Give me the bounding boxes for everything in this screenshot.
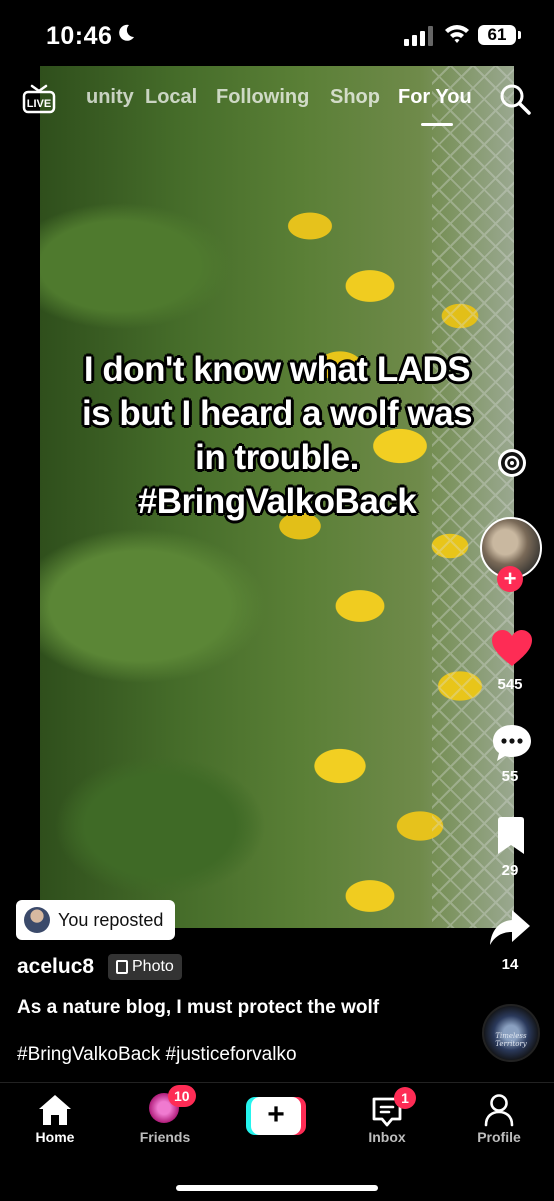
nav-friends-label: Friends: [139, 1129, 191, 1145]
home-icon: [39, 1095, 71, 1125]
follow-plus-button[interactable]: +: [497, 566, 523, 592]
cellular-signal-icon: [404, 26, 433, 46]
friends-badge: 10: [168, 1085, 196, 1107]
nav-profile-label: Profile: [477, 1129, 521, 1145]
caption-line: in trouble.: [195, 438, 359, 477]
music-disc-text: Timeless Territory: [495, 1032, 527, 1048]
comment-icon[interactable]: [490, 722, 534, 764]
caption-line: I don't know what LADS: [83, 350, 471, 389]
status-bar: 10:46 61: [0, 0, 554, 70]
photo-badge-label: Photo: [132, 958, 174, 975]
battery-tip: [518, 31, 521, 39]
comment-count: 55: [501, 768, 519, 785]
inbox-badge: 1: [394, 1087, 416, 1109]
create-button[interactable]: +: [246, 1097, 306, 1135]
you-reposted-badge[interactable]: You reposted: [16, 900, 176, 940]
tab-for-you[interactable]: For You: [398, 86, 472, 109]
tab-following[interactable]: Following: [216, 86, 309, 109]
photo-caption: I don't know what LADS is but I heard a …: [0, 348, 554, 524]
bookmark-icon[interactable]: [495, 816, 527, 856]
home-indicator[interactable]: [176, 1185, 378, 1191]
nav-home-label: Home: [35, 1129, 75, 1145]
post-hashtags[interactable]: #BringValkoBack #justiceforvalko: [17, 1043, 297, 1066]
active-tab-underline: [421, 123, 453, 126]
reposted-label: You reposted: [58, 909, 164, 930]
tab-community[interactable]: unity: [86, 86, 134, 109]
plus-icon: +: [251, 1097, 301, 1135]
search-lens-icon[interactable]: [495, 446, 529, 480]
music-disc[interactable]: Timeless Territory: [482, 1004, 540, 1062]
bottom-nav: Home 10 Friends + 1 Inbox Profile: [0, 1082, 554, 1201]
battery-indicator: 61: [478, 25, 516, 45]
caption-line: #BringValkoBack: [137, 482, 417, 521]
moon-icon: [119, 24, 134, 41]
top-feed-tabs: LIVE unity Local Following Shop For You: [0, 82, 554, 126]
status-time: 10:46: [46, 22, 113, 50]
tab-local[interactable]: Local: [145, 86, 197, 109]
live-tv-icon[interactable]: LIVE: [22, 84, 56, 114]
search-icon[interactable]: [498, 82, 532, 116]
tab-shop[interactable]: Shop: [330, 86, 380, 109]
svg-text:LIVE: LIVE: [27, 98, 51, 110]
caption-line: is but I heard a wolf was: [81, 394, 473, 433]
post-description[interactable]: As a nature blog, I must protect the wol…: [17, 996, 437, 1019]
like-count: 545: [497, 676, 523, 693]
heart-icon[interactable]: [490, 628, 534, 668]
creator-username[interactable]: aceluc8: [17, 955, 94, 979]
wifi-icon: [445, 25, 469, 43]
share-count: 14: [501, 956, 519, 973]
my-avatar: [24, 907, 50, 933]
nav-inbox-label: Inbox: [368, 1129, 406, 1145]
photo-type-badge: Photo: [108, 954, 182, 980]
profile-icon: [484, 1094, 514, 1127]
bookmark-count: 29: [501, 862, 519, 879]
share-arrow-icon[interactable]: [488, 908, 532, 948]
photo-icon: [116, 960, 128, 974]
